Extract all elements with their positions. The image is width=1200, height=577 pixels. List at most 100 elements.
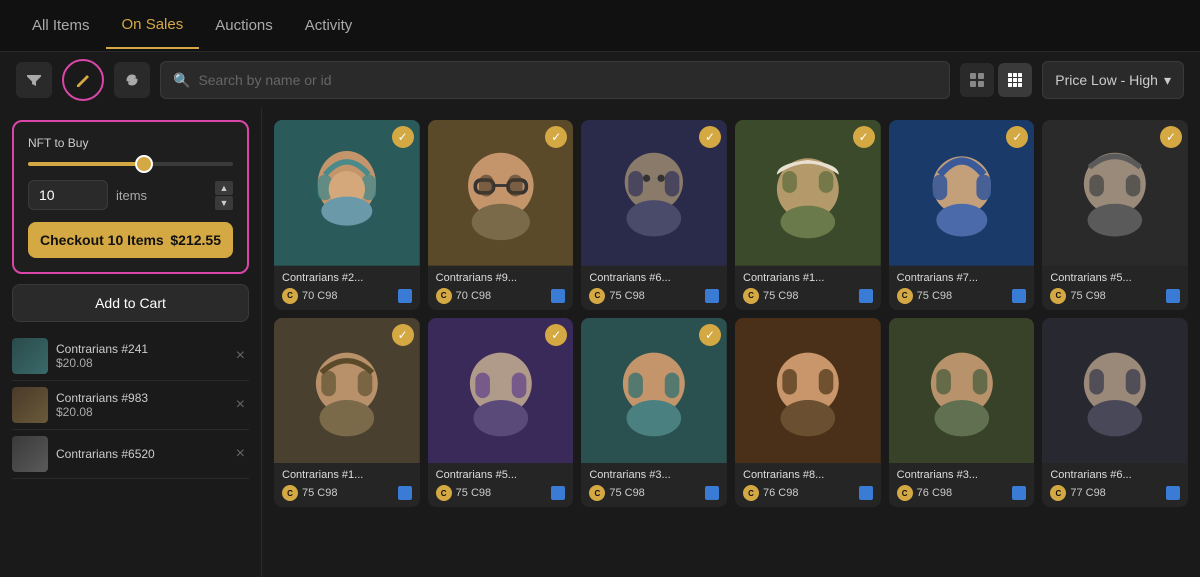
nft-name-8: Contrarians #3... [589,469,719,481]
cart-remove-2[interactable]: × [232,443,249,465]
c98-icon-5: C [1050,288,1066,304]
tab-on-sales[interactable]: On Sales [106,2,200,49]
nft-info-6: Contrarians #1... C 75 C98 [274,463,420,507]
nft-card-8[interactable]: ✓ Contrarians #3... C 75 C98 [581,318,727,508]
stepper-down[interactable]: ▼ [215,196,233,210]
chain-icon-0 [398,289,412,303]
nft-info-7: Contrarians #5... C 75 C98 [428,463,574,507]
c98-icon-1: C [436,288,452,304]
slider-thumb[interactable] [135,155,153,173]
cart-item-0: Contrarians #241 $20.08 × [12,332,249,381]
search-input[interactable] [198,72,937,88]
c98-icon-10: C [897,485,913,501]
nft-selected-badge-7: ✓ [545,324,567,346]
tab-activity[interactable]: Activity [289,3,369,48]
cart-item-info-2: Contrarians #6520 [56,447,224,461]
quantity-unit: items [116,188,207,203]
c98-icon-8: C [589,485,605,501]
quantity-input[interactable] [28,180,108,210]
cart-item-name-2: Contrarians #6520 [56,447,224,461]
stepper-up[interactable]: ▲ [215,181,233,195]
nft-image-5: ✓ [1042,120,1188,266]
sort-dropdown[interactable]: Price Low - High ▾ [1042,61,1184,99]
nft-image-2: ✓ [581,120,727,266]
c98-icon-3: C [743,288,759,304]
c98-icon-2: C [589,288,605,304]
c98-icon-6: C [282,485,298,501]
cart-thumb-2 [12,436,48,472]
nft-name-7: Contrarians #5... [436,469,566,481]
nft-card-6[interactable]: ✓ Contrarians #1... C 75 C98 [274,318,420,508]
nft-image-4: ✓ [889,120,1035,266]
checkout-label: Checkout 10 Items [40,232,164,248]
grid-large-btn[interactable] [960,63,994,97]
nft-image-8: ✓ [581,318,727,464]
search-bar[interactable]: 🔍 [160,61,950,99]
cart-remove-1[interactable]: × [232,394,249,416]
quantity-slider[interactable] [28,162,233,166]
add-to-cart-button[interactable]: Add to Cart [12,284,249,322]
nft-card-2[interactable]: ✓ Contrarians #6... C 75 C98 [581,120,727,310]
nft-image-1: ✓ [428,120,574,266]
nft-card-7[interactable]: ✓ Contrarians #5... C 75 C98 [428,318,574,508]
nft-price-5: 75 C98 [1070,290,1105,302]
nft-card-0[interactable]: ✓ Contrarians #2... C 70 C98 [274,120,420,310]
nft-name-3: Contrarians #1... [743,272,873,284]
nft-card-10[interactable]: Contrarians #3... C 76 C98 [889,318,1035,508]
nft-selected-badge-5: ✓ [1160,126,1182,148]
nft-price-row-0: C 70 C98 [282,288,412,304]
checkout-price: $212.55 [170,232,221,248]
nft-price-6: 75 C98 [302,487,337,499]
chain-icon-8 [705,486,719,500]
checkout-button[interactable]: Checkout 10 Items $212.55 [28,222,233,258]
nft-image-10 [889,318,1035,464]
nft-price-10: 76 C98 [917,487,952,499]
nft-card-1[interactable]: ✓ Contrarians #9... C 70 C98 [428,120,574,310]
nft-grid: ✓ Contrarians #2... C 70 C98 ✓ Contraria… [262,108,1200,577]
nft-info-0: Contrarians #2... C 70 C98 [274,266,420,310]
tab-auctions[interactable]: Auctions [199,3,289,48]
cart-item-2: Contrarians #6520 × [12,430,249,479]
cart-list: Contrarians #241 $20.08 × Contrarians #9… [12,332,249,479]
nft-name-9: Contrarians #8... [743,469,873,481]
nft-image-11 [1042,318,1188,464]
chevron-down-icon: ▾ [1164,72,1171,89]
nft-card-11[interactable]: Contrarians #6... C 77 C98 [1042,318,1188,508]
chain-icon-1 [551,289,565,303]
nft-price-row-9: C 76 C98 [743,485,873,501]
nft-price-2: 75 C98 [609,290,644,302]
nft-info-5: Contrarians #5... C 75 C98 [1042,266,1188,310]
nft-image-6: ✓ [274,318,420,464]
nft-price-row-11: C 77 C98 [1050,485,1180,501]
sort-label: Price Low - High [1055,72,1158,88]
chain-icon-11 [1166,486,1180,500]
quantity-stepper[interactable]: ▲ ▼ [215,181,233,210]
nft-card-9[interactable]: Contrarians #8... C 76 C98 [735,318,881,508]
grid-small-btn[interactable] [998,63,1032,97]
eraser-icon[interactable] [62,59,104,101]
nft-price-row-4: C 75 C98 [897,288,1027,304]
filter-icon[interactable] [16,62,52,98]
nft-card-4[interactable]: ✓ Contrarians #7... C 75 C98 [889,120,1035,310]
c98-icon-7: C [436,485,452,501]
nft-selected-badge-8: ✓ [699,324,721,346]
nft-info-2: Contrarians #6... C 75 C98 [581,266,727,310]
tab-all-items[interactable]: All Items [16,3,106,48]
nft-price-3: 75 C98 [763,290,798,302]
cart-item-info-1: Contrarians #983 $20.08 [56,391,224,419]
nft-card-3[interactable]: ✓ Contrarians #1... C 75 C98 [735,120,881,310]
nft-image-9 [735,318,881,464]
cart-item-info-0: Contrarians #241 $20.08 [56,342,224,370]
nft-name-1: Contrarians #9... [436,272,566,284]
nft-card-5[interactable]: ✓ Contrarians #5... C 75 C98 [1042,120,1188,310]
cart-item-1: Contrarians #983 $20.08 × [12,381,249,430]
cart-item-name-0: Contrarians #241 [56,342,224,356]
nft-name-10: Contrarians #3... [897,469,1027,481]
nft-price-0: 70 C98 [302,290,337,302]
view-toggle [960,63,1032,97]
nft-selected-badge-2: ✓ [699,126,721,148]
chain-icon-10 [1012,486,1026,500]
nft-price-row-3: C 75 C98 [743,288,873,304]
refresh-icon[interactable] [114,62,150,98]
cart-remove-0[interactable]: × [232,345,249,367]
